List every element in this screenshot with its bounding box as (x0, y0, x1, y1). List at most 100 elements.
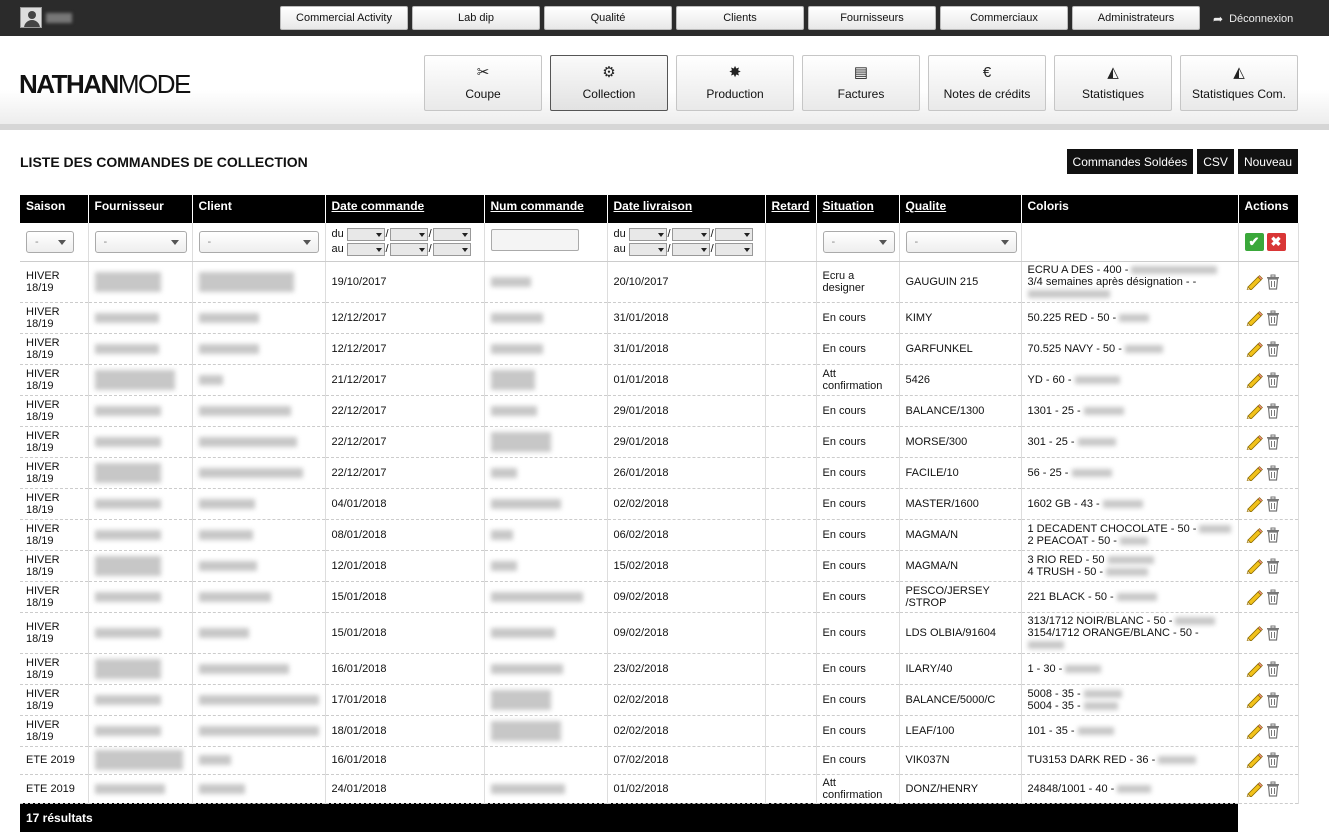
trash-icon[interactable] (1265, 310, 1281, 326)
module-statistiques[interactable]: ◭ Statistiques (1054, 55, 1172, 111)
pencil-icon[interactable] (1245, 434, 1263, 450)
module-production[interactable]: ✸ Production (676, 55, 794, 111)
pencil-icon[interactable] (1245, 558, 1263, 574)
day-select[interactable] (628, 242, 667, 256)
pencil-icon[interactable] (1245, 625, 1263, 641)
day-select[interactable] (346, 242, 385, 256)
table-row[interactable]: HIVER 18/19 22/12/2017 29/01/2018 En cours M… (20, 426, 1299, 458)
trash-icon[interactable] (1265, 781, 1281, 797)
nav-commercial-activity[interactable]: Commercial Activity (280, 6, 408, 30)
logout-link[interactable]: ➦ Déconnexion (1213, 12, 1293, 26)
month-select[interactable] (671, 242, 710, 256)
pencil-icon[interactable] (1245, 527, 1263, 543)
table-row[interactable]: HIVER 18/19 16/01/2018 23/02/2018 En cours I… (20, 653, 1299, 685)
table-row[interactable]: HIVER 18/19 17/01/2018 02/02/2018 En cours B… (20, 684, 1299, 716)
year-select[interactable] (432, 242, 471, 256)
pencil-icon[interactable] (1245, 465, 1263, 481)
situation-filter-select[interactable]: - (822, 230, 895, 253)
month-select[interactable] (389, 242, 428, 256)
trash-icon[interactable] (1265, 274, 1281, 290)
saison-filter-select[interactable]: - (26, 230, 74, 253)
pencil-icon[interactable] (1245, 341, 1263, 357)
year-select[interactable] (714, 242, 753, 256)
col-situation[interactable]: Situation (816, 195, 900, 223)
table-row[interactable]: HIVER 18/19 22/12/2017 29/01/2018 En cours B… (20, 395, 1299, 427)
trash-icon[interactable] (1265, 403, 1281, 419)
redacted-text (1117, 784, 1152, 793)
trash-icon[interactable] (1265, 465, 1281, 481)
pencil-icon[interactable] (1245, 496, 1263, 512)
table-row[interactable]: HIVER 18/19 08/01/2018 06/02/2018 En cours M… (20, 519, 1299, 551)
table-row[interactable]: HIVER 18/19 18/01/2018 02/02/2018 En cours L… (20, 715, 1299, 747)
num-commande-filter-input[interactable] (490, 229, 579, 252)
fournisseur-filter-select[interactable]: - (94, 230, 187, 253)
nav-clients[interactable]: Clients (676, 6, 804, 30)
month-select[interactable] (389, 227, 428, 241)
table-row[interactable]: HIVER 18/19 21/12/2017 01/01/2018 Att confi… (20, 364, 1299, 396)
table-row[interactable]: HIVER 18/19 15/01/2018 09/02/2018 En cours P… (20, 581, 1299, 613)
trash-icon[interactable] (1265, 752, 1281, 768)
table-row[interactable]: HIVER 18/19 22/12/2017 26/01/2018 En cours F… (20, 457, 1299, 489)
table-row[interactable]: HIVER 18/19 04/01/2018 02/02/2018 En cours M… (20, 488, 1299, 520)
trash-icon[interactable] (1265, 723, 1281, 739)
trash-icon[interactable] (1265, 589, 1281, 605)
table-row[interactable]: ETE 2019 16/01/2018 07/02/2018 En cours VIK0… (20, 746, 1299, 775)
trash-icon[interactable] (1265, 527, 1281, 543)
user-avatar-icon[interactable] (20, 7, 42, 28)
trash-icon[interactable] (1265, 625, 1281, 641)
close-icon[interactable]: ✖ (1266, 232, 1286, 251)
nouveau-button[interactable]: Nouveau (1237, 149, 1298, 174)
pencil-icon[interactable] (1245, 310, 1263, 326)
nav-commerciaux[interactable]: Commerciaux (940, 6, 1068, 30)
day-select[interactable] (346, 227, 385, 241)
scissors-icon: ✂ (476, 64, 490, 81)
module-coupe[interactable]: ✂ Coupe (424, 55, 542, 111)
pencil-icon[interactable] (1245, 661, 1263, 677)
client-filter-select[interactable]: - (198, 230, 319, 253)
trash-icon[interactable] (1265, 341, 1281, 357)
redacted-text (490, 689, 551, 710)
trash-icon[interactable] (1265, 372, 1281, 388)
month-select[interactable] (671, 227, 710, 241)
commandes-soldees-button[interactable]: Commandes Soldées (1066, 149, 1194, 174)
pencil-icon[interactable] (1245, 723, 1263, 739)
trash-icon[interactable] (1265, 661, 1281, 677)
pencil-icon[interactable] (1245, 752, 1263, 768)
table-row[interactable]: HIVER 18/19 15/01/2018 09/02/2018 En cours L… (20, 612, 1299, 654)
col-qualite[interactable]: Qualite (899, 195, 1022, 223)
trash-icon[interactable] (1265, 496, 1281, 512)
table-row[interactable]: HIVER 18/19 12/01/2018 15/02/2018 En cours M… (20, 550, 1299, 582)
module-statistiques-com[interactable]: ◭ Statistiques Com. (1180, 55, 1298, 111)
year-select[interactable] (432, 227, 471, 241)
pencil-icon[interactable] (1245, 403, 1263, 419)
pencil-icon[interactable] (1245, 781, 1263, 797)
col-date-livraison[interactable]: Date livraison (607, 195, 766, 223)
nav-qualite[interactable]: Qualité (544, 6, 672, 30)
day-select[interactable] (628, 227, 667, 241)
table-row[interactable]: HIVER 18/19 12/12/2017 31/01/2018 En cours K… (20, 302, 1299, 334)
pencil-icon[interactable] (1245, 589, 1263, 605)
logo[interactable]: NATHANMODE (19, 69, 191, 100)
table-row[interactable]: ETE 2019 24/01/2018 01/02/2018 Att confirma… (20, 774, 1299, 804)
col-retard[interactable]: Retard (765, 195, 817, 223)
module-collection[interactable]: ⚙ Collection (550, 55, 668, 111)
nav-lab-dip[interactable]: Lab dip (412, 6, 540, 30)
table-row[interactable]: HIVER 18/19 12/12/2017 31/01/2018 En cours G… (20, 333, 1299, 365)
csv-button[interactable]: CSV (1197, 149, 1234, 174)
table-row[interactable]: HIVER 18/19 19/10/2017 20/10/2017 Ecru a de… (20, 261, 1299, 303)
checkmark-icon[interactable]: ✔ (1244, 232, 1264, 251)
pencil-icon[interactable] (1245, 372, 1263, 388)
trash-icon[interactable] (1265, 434, 1281, 450)
module-notes-de-cr-dits[interactable]: € Notes de crédits (928, 55, 1046, 111)
year-select[interactable] (714, 227, 753, 241)
trash-icon[interactable] (1265, 558, 1281, 574)
col-num-commande[interactable]: Num commande (484, 195, 608, 223)
nav-administrateurs[interactable]: Administrateurs (1072, 6, 1200, 30)
pencil-icon[interactable] (1245, 692, 1263, 708)
qualite-filter-select[interactable]: - (905, 230, 1017, 253)
pencil-icon[interactable] (1245, 274, 1263, 290)
col-date-commande[interactable]: Date commande (325, 195, 485, 223)
nav-fournisseurs[interactable]: Fournisseurs (808, 6, 936, 30)
trash-icon[interactable] (1265, 692, 1281, 708)
module-factures[interactable]: ▤ Factures (802, 55, 920, 111)
